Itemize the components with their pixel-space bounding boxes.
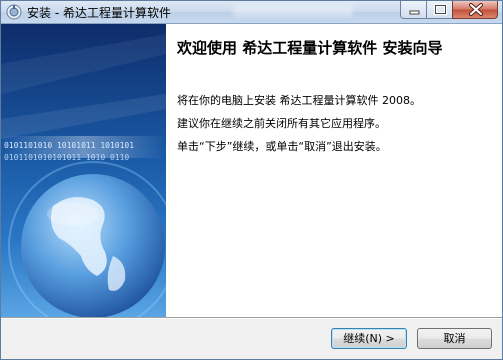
wizard-content: 0101101010 10101011 1010101 010110101010… xyxy=(1,24,502,317)
setup-app-icon xyxy=(6,4,22,20)
install-target-text: 将在你的电脑上安装 希达工程量计算软件 2008。 xyxy=(177,94,421,107)
title-bar[interactable]: 安装 - 希达工程量计算软件 xyxy=(1,1,502,24)
next-button[interactable]: 继续(N) > xyxy=(331,328,407,349)
title-bar-glare xyxy=(233,5,353,17)
maximize-icon xyxy=(434,4,447,15)
banner-binary-line-1: 0101101010 10101011 1010101 xyxy=(4,141,134,150)
cancel-button[interactable]: 取消 xyxy=(417,328,492,349)
close-icon xyxy=(469,3,483,16)
minimize-button[interactable] xyxy=(400,1,427,19)
globe-banner-image: 0101101010 10101011 1010101 010110101010… xyxy=(1,24,166,317)
minimize-icon xyxy=(409,10,420,15)
maximize-button[interactable] xyxy=(426,1,453,19)
close-apps-advice-text: 建议你在继续之前关闭所有其它应用程序。 xyxy=(177,117,386,130)
close-button[interactable] xyxy=(452,1,498,19)
footer-separator xyxy=(1,317,502,319)
banner-binary-line-2: 0101101010101011 1010 0110 xyxy=(4,153,129,162)
window-title: 安装 - 希达工程量计算软件 xyxy=(27,6,171,20)
installer-window: 安装 - 希达工程量计算软件 0101101010 10101011 10101… xyxy=(0,0,503,360)
welcome-heading: 欢迎使用 希达工程量计算软件 安装向导 xyxy=(177,39,443,57)
instructions-text: 单击“下步”继续，或单击“取消”退出安装。 xyxy=(177,140,387,153)
